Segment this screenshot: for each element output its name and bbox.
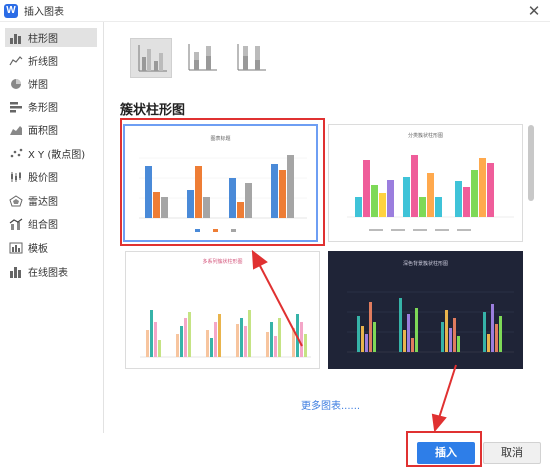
template-preview [140,310,311,358]
sidebar-item-scatter-chart[interactable]: X Y (散点图) [5,144,97,163]
template-icon [9,242,23,254]
highlight-box-template [120,118,325,246]
sidebar-item-area-chart[interactable]: 面积图 [5,120,97,139]
sidebar-item-label: 组合图 [28,220,58,231]
chart-subtype-percent-stacked-column[interactable] [230,38,272,78]
chart-subtype-stacked-column[interactable] [181,38,223,78]
scrollbar-thumb[interactable] [528,125,534,201]
chart-subtype-clustered-column[interactable] [130,38,172,78]
sidebar-item-radar-chart[interactable]: 雷达图 [5,191,97,210]
sidebar-item-line-chart[interactable]: 折线图 [5,51,97,70]
sidebar-item-pie-chart[interactable]: 饼图 [5,74,97,93]
online-chart-icon [9,266,23,278]
sidebar-item-label: 模板 [28,244,48,255]
bar-chart-icon [9,32,23,44]
title-bar: W 插入图表 ✕ [0,0,550,22]
sidebar-item-label: 折线图 [28,57,58,68]
sidebar-item-label: 条形图 [28,103,58,114]
scatter-chart-icon [9,148,23,160]
close-icon[interactable]: ✕ [526,3,542,19]
pie-chart-icon [9,78,23,90]
sidebar-item-label: 雷达图 [28,197,58,208]
highlight-box-insert [406,431,482,467]
section-title: 簇状柱形图 [120,103,186,118]
template-card-4[interactable]: 深色背景簇状柱形图 [328,251,523,369]
wps-logo-icon: W [4,3,18,18]
combo-chart-icon [9,218,23,230]
horizontal-bar-icon [9,101,23,113]
sidebar-item-online-chart[interactable]: 在线图表 [5,262,97,281]
cancel-button[interactable]: 取消 [483,442,541,464]
sidebar-item-combo-chart[interactable]: 组合图 [5,214,97,233]
chart-category-sidebar: 柱形图折线图饼图条形图面积图 X Y (散点图) 股价图雷达图组合图模板在线图表 [0,22,104,433]
template-card-2[interactable]: 分类簇状柱形图 [328,124,523,242]
sidebar-item-label: 在线图表 [28,268,68,279]
stock-chart-icon [9,171,23,183]
template-card-3[interactable]: 多系列簇状柱形图 [125,251,320,369]
more-charts-link[interactable]: 更多图表...... [301,397,360,412]
sidebar-item-template[interactable]: 模板 [5,238,97,257]
window-title: 插入图表 [24,7,64,18]
line-chart-icon [9,55,23,67]
template-preview [347,291,514,353]
sidebar-item-stock-chart[interactable]: 股价图 [5,167,97,186]
sidebar-item-horizontal-bar[interactable]: 条形图 [5,97,97,116]
sidebar-item-label: 面积图 [28,126,58,137]
template-preview [347,155,514,231]
sidebar-item-label: 股价图 [28,173,58,184]
sidebar-item-label: X Y (散点图) [28,150,86,161]
sidebar-item-bar-chart[interactable]: 柱形图 [5,28,97,47]
area-chart-icon [9,124,23,136]
radar-chart-icon [9,194,23,207]
sidebar-item-label: 柱形图 [28,34,58,45]
sidebar-item-label: 饼图 [28,80,48,91]
